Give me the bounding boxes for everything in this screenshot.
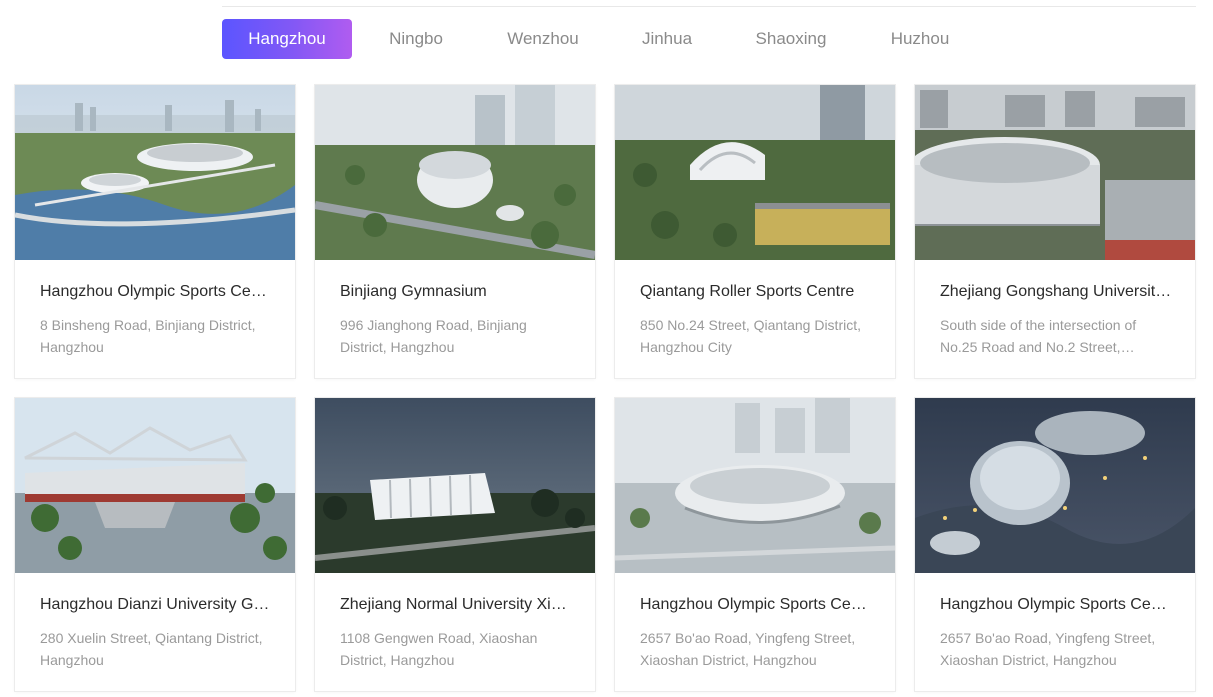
venue-photo bbox=[15, 398, 295, 573]
venue-photo bbox=[915, 85, 1195, 260]
venue-name: Zhejiang Normal University Xiaoshan Camp… bbox=[340, 596, 572, 613]
venue-card[interactable]: Hangzhou Dianzi University Gymnasium 280… bbox=[15, 398, 295, 691]
venue-name: Binjiang Gymnasium bbox=[340, 283, 487, 300]
venue-photo bbox=[315, 85, 595, 260]
venue-card[interactable]: Binjiang Gymnasium 996 Jianghong Road, B… bbox=[315, 85, 595, 378]
venue-name: Hangzhou Dianzi University Gymnasium bbox=[40, 596, 272, 613]
top-divider bbox=[222, 6, 1196, 7]
venue-address: 1108 Gengwen Road, Xiaoshan District, Ha… bbox=[340, 630, 538, 668]
venue-name: Qiantang Roller Sports Centre bbox=[640, 283, 855, 300]
venue-name: Zhejiang Gongshang University Gymnasium bbox=[940, 283, 1172, 300]
venue-photo bbox=[915, 398, 1195, 573]
tab-shaoxing[interactable]: Shaoxing bbox=[728, 19, 854, 59]
venue-card[interactable]: Zhejiang Gongshang University Gymnasium … bbox=[915, 85, 1195, 378]
tab-huzhou[interactable]: Huzhou bbox=[854, 19, 986, 59]
venue-photo bbox=[615, 85, 895, 260]
venue-photo bbox=[15, 85, 295, 260]
venue-name: Hangzhou Olympic Sports Centre Stadium bbox=[40, 283, 272, 300]
venue-address: 850 No.24 Street, Qiantang District, Han… bbox=[640, 317, 861, 355]
venue-address: 2657 Bo'ao Road, Yingfeng Street, Xiaosh… bbox=[940, 630, 1156, 668]
tab-jinhua[interactable]: Jinhua bbox=[606, 19, 728, 59]
venue-address: 280 Xuelin Street, Qiantang District, Ha… bbox=[40, 630, 263, 668]
venue-name: Hangzhou Olympic Sports Centre Aquatics … bbox=[940, 596, 1172, 613]
tab-ningbo[interactable]: Ningbo bbox=[352, 19, 480, 59]
venue-address: 2657 Bo'ao Road, Yingfeng Street, Xiaosh… bbox=[640, 630, 856, 668]
venue-name: Hangzhou Olympic Sports Centre Gymnasium bbox=[640, 596, 872, 613]
venue-card[interactable]: Zhejiang Normal University Xiaoshan Camp… bbox=[315, 398, 595, 691]
tab-wenzhou[interactable]: Wenzhou bbox=[480, 19, 606, 59]
venue-photo bbox=[315, 398, 595, 573]
tab-hangzhou[interactable]: Hangzhou bbox=[222, 19, 352, 59]
venue-card[interactable]: Qiantang Roller Sports Centre 850 No.24 … bbox=[615, 85, 895, 378]
venue-address: South side of the intersection of No.25 … bbox=[940, 317, 1137, 355]
city-tabs: Hangzhou Ningbo Wenzhou Jinhua Shaoxing … bbox=[0, 19, 1213, 59]
venue-photo bbox=[615, 398, 895, 573]
venue-address: 996 Jianghong Road, Binjiang District, H… bbox=[340, 317, 527, 355]
venue-card[interactable]: Hangzhou Olympic Sports Centre Stadium 8… bbox=[15, 85, 295, 378]
venue-address: 8 Binsheng Road, Binjiang District, Hang… bbox=[40, 317, 256, 355]
venue-card[interactable]: Hangzhou Olympic Sports Centre Gymnasium… bbox=[615, 398, 895, 691]
venue-card[interactable]: Hangzhou Olympic Sports Centre Aquatics … bbox=[915, 398, 1195, 691]
